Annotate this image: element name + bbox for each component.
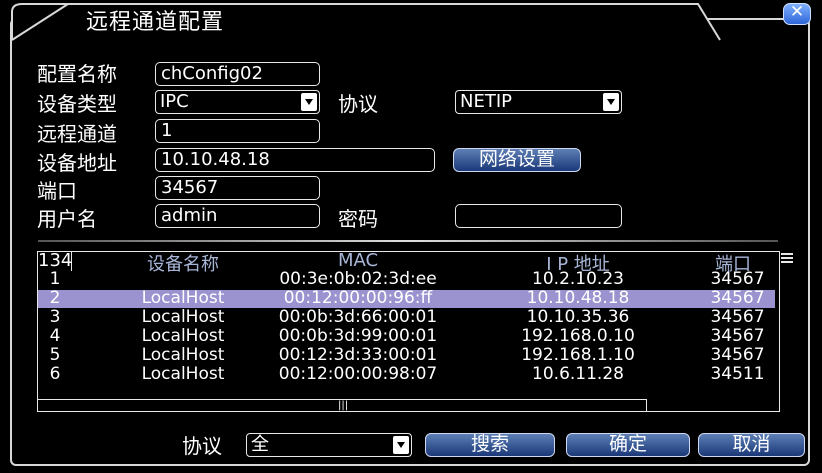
config-name-label: 配置名称 [37,62,117,86]
row-ip: 10.10.48.18 [526,288,630,308]
device-type-select[interactable]: IPC [155,90,320,114]
row-device-name: LocalHost [141,345,225,365]
table-row[interactable]: 6 LocalHost 00:12:00:00:98:07 10.6.11.28… [38,366,775,382]
table-row[interactable]: 4 LocalHost 00:0b:3d:99:00:01 192.168.0.… [38,326,775,346]
horizontal-scrollbar[interactable]: ||| [37,399,647,412]
row-index: 2 [49,288,61,308]
device-type-value: IPC [160,91,189,112]
protocol-filter-select[interactable]: 全 [246,433,412,457]
chevron-down-icon[interactable] [393,436,409,454]
row-ip: 10.6.11.28 [532,366,624,382]
table-row[interactable]: 3 LocalHost 00:0b:3d:66:00:01 10.10.35.3… [38,307,775,327]
row-mac: 00:12:3d:33:00:01 [278,345,438,365]
row-index: 5 [49,345,61,365]
row-ip: 192.168.0.10 [521,326,635,346]
row-ip: 10.2.10.23 [532,269,624,289]
scroll-grip-icon[interactable]: ||| [338,400,348,411]
row-mac: 00:0b:3d:99:00:01 [278,326,438,346]
device-type-label: 设备类型 [37,92,117,116]
row-mac: 00:3e:0b:02:3d:ee [279,269,437,289]
remote-channel-field[interactable]: 1 [155,119,320,143]
port-field[interactable]: 34567 [155,176,320,200]
cancel-button[interactable]: 取消 [698,433,805,457]
remote-channel-config-window: 远程通道配置 ✕ 配置名称 chConfig02 设备类型 IPC 协议 NET… [0,0,822,473]
row-port: 34567 [710,288,765,308]
row-device-name: LocalHost [141,326,225,346]
device-address-field[interactable]: 10.10.48.18 [155,148,435,172]
row-index: 3 [49,307,61,327]
table-row[interactable]: 1 00:3e:0b:02:3d:ee 10.2.10.23 34567 [38,269,775,289]
row-port: 34567 [710,326,765,346]
row-port: 34511 [710,366,765,382]
row-mac: 00:0b:3d:66:00:01 [278,307,438,327]
device-address-label: 设备地址 [37,151,117,175]
password-label: 密码 [338,207,378,231]
row-ip: 10.10.35.36 [526,307,630,327]
row-device-name: LocalHost [141,307,225,327]
device-table: 134 设备名称 MAC I P 地址 端口 1 00:3e:0b:02:3d:… [37,250,780,412]
footer-protocol-label: 协议 [182,434,222,458]
username-label: 用户名 [37,207,97,231]
row-index: 4 [49,326,61,346]
title-bar: 远程通道配置 [8,0,728,42]
row-index: 1 [49,269,61,289]
row-mac: 00:12:00:00:98:07 [278,366,438,382]
row-ip: 192.168.1.10 [521,345,635,365]
menu-icon[interactable] [781,251,793,265]
row-device-name: LocalHost [141,366,225,382]
protocol-value: NETIP [460,91,512,112]
config-name-field[interactable]: chConfig02 [155,62,320,86]
close-button[interactable]: ✕ [783,2,811,25]
search-button[interactable]: 搜索 [425,433,555,457]
row-port: 34567 [710,307,765,327]
row-device-name: LocalHost [141,288,225,308]
table-row[interactable]: 5 LocalHost 00:12:3d:33:00:01 192.168.1.… [38,345,775,365]
password-field[interactable] [455,204,622,228]
section-divider [38,240,778,242]
chevron-down-icon[interactable] [603,93,619,111]
device-count: 134 [38,250,73,271]
protocol-select[interactable]: NETIP [455,90,622,114]
chevron-down-icon[interactable] [301,93,317,111]
network-settings-button[interactable]: 网络设置 [453,148,581,172]
row-mac: 00:12:00:00:96:ff [283,288,433,308]
remote-channel-label: 远程通道 [37,122,117,146]
column-mac[interactable]: MAC [278,250,438,271]
ok-button[interactable]: 确定 [566,433,690,457]
protocol-filter-value: 全 [251,434,269,455]
protocol-label: 协议 [338,92,378,116]
port-label: 端口 [37,179,77,203]
row-index: 6 [49,366,61,382]
row-port: 34567 [710,345,765,365]
window-title: 远程通道配置 [86,10,225,35]
table-row-selected[interactable]: 2 LocalHost 00:12:00:00:96:ff 10.10.48.1… [38,288,775,308]
row-port: 34567 [710,269,765,289]
close-icon: ✕ [789,2,805,22]
username-field[interactable]: admin [155,204,320,228]
vertical-scrollbar-track[interactable] [779,251,780,412]
